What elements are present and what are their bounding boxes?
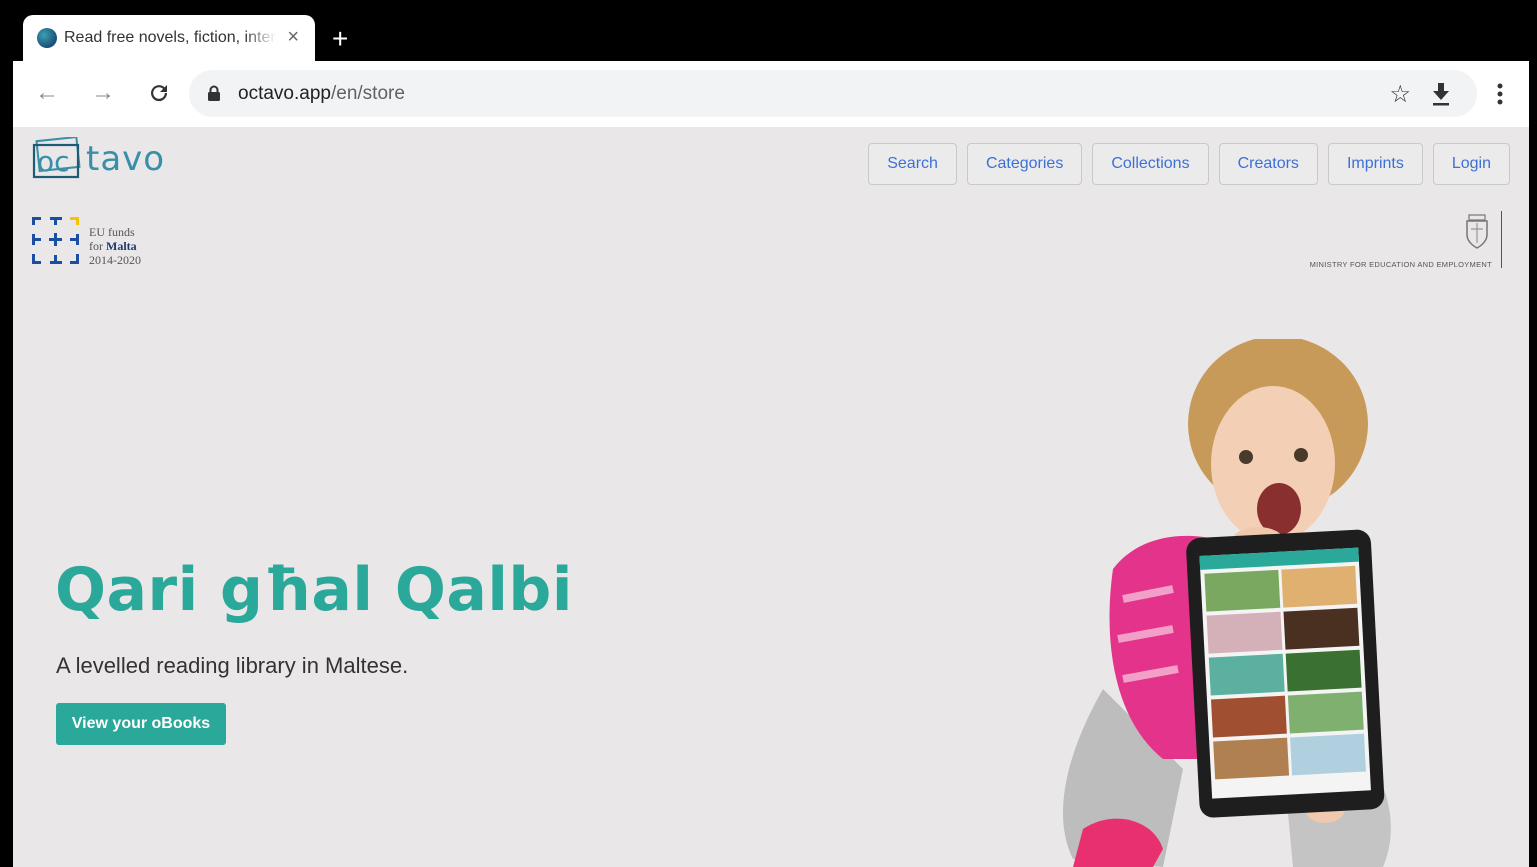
nav-login[interactable]: Login [1432, 143, 1510, 185]
nav-creators[interactable]: Creators [1218, 143, 1318, 185]
browser-tab[interactable]: Read free novels, fiction, interactive b… [23, 15, 315, 61]
eu-funds-text: EU funds for Malta 2014-2020 [89, 225, 141, 267]
close-tab-icon[interactable]: × [287, 26, 299, 48]
hero-child-tablet-image [1063, 339, 1391, 867]
nav-imprints[interactable]: Imprints [1327, 143, 1423, 185]
download-icon[interactable] [1431, 81, 1451, 107]
tab-strip: Read free novels, fiction, interactive b… [0, 0, 1537, 61]
lock-icon [208, 85, 220, 101]
ministry-text: MINISTRY FOR EDUCATION AND EMPLOYMENT [1309, 260, 1492, 269]
logo-text: tavo [86, 139, 166, 179]
hero-title: Qari għal Qalbi [55, 555, 573, 625]
logo-mark-icon: oc [32, 137, 81, 179]
new-tab-button[interactable]: + [332, 25, 348, 53]
octavo-logo[interactable]: oc tavo [32, 137, 164, 181]
main-nav: Search Categories Collections Creators I… [868, 143, 1510, 185]
nav-collections[interactable]: Collections [1092, 143, 1209, 185]
view-obooks-button[interactable]: View your oBooks [56, 703, 226, 745]
kebab-menu-icon[interactable] [1497, 83, 1503, 105]
eu-stars-icon [32, 217, 79, 264]
address-bar[interactable]: octavo.app/en/store ☆ [189, 70, 1477, 117]
reload-button[interactable] [147, 79, 171, 112]
crest-icon [1466, 214, 1488, 249]
back-button[interactable]: ← [35, 79, 59, 107]
eu-funds-logo: EU funds for Malta 2014-2020 [32, 217, 162, 267]
url-text: octavo.app/en/store [238, 83, 405, 104]
browser-toolbar: ← → octavo.app/en/store ☆ [13, 61, 1529, 127]
forward-button[interactable]: → [91, 79, 115, 107]
page-content: oc tavo Search Categories Collections Cr… [13, 127, 1529, 867]
nav-categories[interactable]: Categories [966, 143, 1083, 185]
ministry-divider [1501, 211, 1502, 268]
ministry-logo: MINISTRY FOR EDUCATION AND EMPLOYMENT [1272, 211, 1502, 271]
nav-search[interactable]: Search [868, 143, 957, 185]
favicon-icon [37, 28, 57, 48]
reload-icon [151, 85, 168, 102]
bookmark-star-icon[interactable]: ☆ [1389, 80, 1411, 109]
hero-subtitle: A levelled reading library in Maltese. [56, 653, 409, 678]
tab-title: Read free novels, fiction, interactive b… [64, 29, 276, 46]
logo-mark-text: oc [37, 145, 70, 178]
